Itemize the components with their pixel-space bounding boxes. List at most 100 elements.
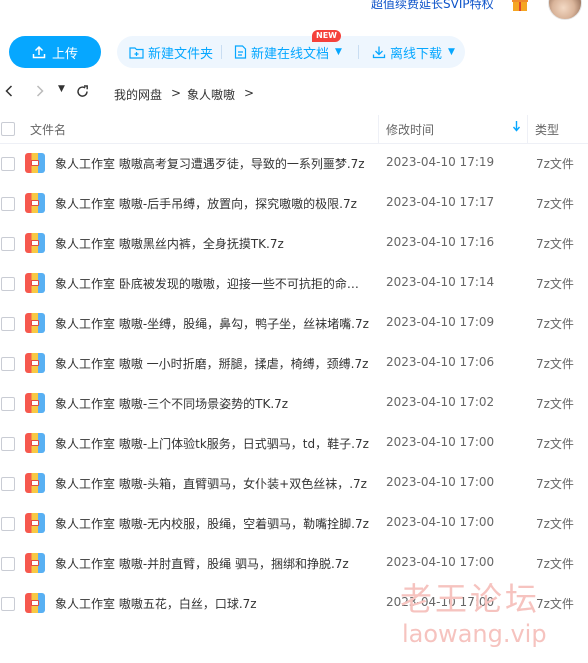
row-checkbox[interactable]: [1, 277, 15, 291]
table-row[interactable]: 象人工作室 嗷嗷-后手吊缚，放置向，探究嗷嗷的极限.7z 2023-04-10 1…: [0, 183, 588, 223]
file-modified-time: 2023-04-10 17:00: [386, 475, 495, 489]
file-name[interactable]: 象人工作室 嗷嗷-坐缚，股绳，鼻勾，鸭子坐，丝袜堵嘴.7z: [55, 315, 370, 332]
new-online-doc-label: 新建在线文档: [251, 46, 330, 62]
file-name[interactable]: 象人工作室 嗷嗷高考复习遭遇歹徒，导致的一系列噩梦.7z: [55, 155, 370, 172]
file-modified-time: 2023-04-10 17:02: [386, 395, 495, 409]
table-header: 文件名 修改时间 类型: [0, 115, 588, 144]
table-row[interactable]: 象人工作室 嗷嗷-三个不同场景姿势的TK.7z 2023-04-10 17:02 7…: [0, 383, 588, 423]
offline-download-button[interactable]: 离线下载 ▼: [372, 36, 455, 68]
file-type: 7z文件: [536, 437, 574, 451]
refresh-icon[interactable]: [76, 85, 89, 102]
column-header-modified[interactable]: 修改时间: [386, 121, 434, 138]
file-type: 7z文件: [536, 397, 574, 411]
file-type: 7z文件: [536, 157, 574, 171]
file-modified-time: 2023-04-10 17:19: [386, 155, 495, 169]
breadcrumb-separator: >: [171, 86, 182, 100]
row-checkbox[interactable]: [1, 517, 15, 531]
file-type: 7z文件: [536, 197, 574, 211]
file-type: 7z文件: [536, 557, 574, 571]
file-type: 7z文件: [536, 277, 574, 291]
file-name[interactable]: 象人工作室 嗷嗷-上门体验tk服务，日式驷马，td，鞋子.7z: [55, 435, 370, 452]
archive-file-icon: [25, 513, 45, 533]
table-row[interactable]: 象人工作室 卧底被发现的嗷嗷，迎接一些不可抗拒的命运.7z 2023-04-10 …: [0, 263, 588, 303]
row-checkbox[interactable]: [1, 597, 15, 611]
archive-file-icon: [25, 433, 45, 453]
row-checkbox[interactable]: [1, 237, 15, 251]
new-folder-button[interactable]: 新建文件夹: [129, 36, 213, 68]
file-name[interactable]: 象人工作室 嗷嗷-并肘直臂，股绳 驷马，捆绑和挣脱.7z: [55, 555, 370, 572]
file-name[interactable]: 象人工作室 嗷嗷-头箱，直臂驷马，女仆装+双色丝袜，.7z: [55, 475, 370, 492]
breadcrumb-item-my-drive[interactable]: 我的网盘: [114, 86, 162, 103]
document-icon: [234, 45, 247, 59]
table-row[interactable]: 象人工作室 嗷嗷高考复习遭遇歹徒，导致的一系列噩梦.7z 2023-04-10 1…: [0, 143, 588, 183]
caret-down-icon: ▼: [448, 47, 455, 57]
new-badge: NEW: [312, 30, 341, 42]
row-checkbox[interactable]: [1, 557, 15, 571]
history-dropdown-icon[interactable]: ▼: [58, 84, 65, 94]
divider: [221, 45, 222, 59]
row-checkbox[interactable]: [1, 477, 15, 491]
file-modified-time: 2023-04-10 17:06: [386, 355, 495, 369]
archive-file-icon: [25, 193, 45, 213]
toolbar: 上传 新建文件夹 新建在线文档 ▼ 离线下载 ▼ NEW: [0, 30, 588, 69]
file-modified-time: 2023-04-10 17:17: [386, 195, 495, 209]
row-checkbox[interactable]: [1, 437, 15, 451]
table-row[interactable]: 象人工作室 嗷嗷-上门体验tk服务，日式驷马，td，鞋子.7z 2023-04-1…: [0, 423, 588, 463]
table-row[interactable]: 象人工作室 嗷嗷-头箱，直臂驷马，女仆装+双色丝袜，.7z 2023-04-10 …: [0, 463, 588, 503]
row-checkbox[interactable]: [1, 357, 15, 371]
file-modified-time: 2023-04-10 17:09: [386, 315, 495, 329]
file-modified-time: 2023-04-10 17:16: [386, 235, 495, 249]
breadcrumb: ▼ 我的网盘 > 象人嗷嗷 >: [0, 82, 588, 106]
column-header-type[interactable]: 类型: [535, 121, 559, 138]
top-bar: 超值续费延长SVIP特权: [0, 0, 588, 24]
column-header-name[interactable]: 文件名: [30, 121, 66, 138]
action-group: 新建文件夹 新建在线文档 ▼ 离线下载 ▼: [117, 36, 465, 68]
gift-icon[interactable]: [512, 0, 528, 11]
sort-down-arrow-icon[interactable]: [512, 120, 521, 135]
divider: [358, 45, 359, 59]
table-row[interactable]: 象人工作室 嗷嗷 一小时折磨，掰腿，揉虐，椅缚，颈缚.7z 2023-04-10 …: [0, 343, 588, 383]
file-modified-time: 2023-04-10 17:00: [386, 515, 495, 529]
column-divider[interactable]: [527, 115, 528, 143]
archive-file-icon: [25, 393, 45, 413]
select-all-checkbox[interactable]: [1, 122, 15, 136]
row-checkbox[interactable]: [1, 157, 15, 171]
archive-file-icon: [25, 473, 45, 493]
row-checkbox[interactable]: [1, 317, 15, 331]
file-type: 7z文件: [536, 237, 574, 251]
file-name[interactable]: 象人工作室 嗷嗷五花，白丝，口球.7z: [55, 595, 370, 612]
new-folder-label: 新建文件夹: [148, 46, 214, 62]
file-name[interactable]: 象人工作室 嗷嗷 一小时折磨，掰腿，揉虐，椅缚，颈缚.7z: [55, 355, 370, 372]
file-name[interactable]: 象人工作室 嗷嗷-三个不同场景姿势的TK.7z: [55, 395, 370, 412]
archive-file-icon: [25, 313, 45, 333]
file-name[interactable]: 象人工作室 嗷嗷-无内校服，股绳，空着驷马，勒嘴拴脚.7z: [55, 515, 370, 532]
archive-file-icon: [25, 353, 45, 373]
user-avatar[interactable]: [548, 0, 582, 20]
column-divider[interactable]: [378, 115, 379, 143]
upload-button[interactable]: 上传: [9, 36, 101, 68]
file-type: 7z文件: [536, 317, 574, 331]
archive-file-icon: [25, 153, 45, 173]
watermark-url: laowang.vip: [402, 620, 547, 648]
row-checkbox[interactable]: [1, 197, 15, 211]
archive-file-icon: [25, 553, 45, 573]
file-modified-time: 2023-04-10 17:00: [386, 555, 495, 569]
back-arrow-icon[interactable]: [5, 85, 13, 101]
table-row[interactable]: 象人工作室 嗷嗷黑丝内裤，全身抚摸TK.7z 2023-04-10 17:16 7z…: [0, 223, 588, 263]
upload-icon: [32, 45, 46, 59]
row-checkbox[interactable]: [1, 397, 15, 411]
file-type: 7z文件: [536, 357, 574, 371]
forward-arrow-icon[interactable]: [36, 85, 44, 101]
archive-file-icon: [25, 233, 45, 253]
file-modified-time: 2023-04-10 17:14: [386, 275, 495, 289]
download-icon: [372, 46, 386, 59]
new-folder-icon: [129, 46, 144, 59]
breadcrumb-item-folder[interactable]: 象人嗷嗷: [187, 86, 235, 103]
file-type: 7z文件: [536, 597, 574, 611]
svip-renew-link[interactable]: 超值续费延长SVIP特权: [371, 0, 494, 12]
file-name[interactable]: 象人工作室 卧底被发现的嗷嗷，迎接一些不可抗拒的命运.7z: [55, 275, 370, 292]
table-row[interactable]: 象人工作室 嗷嗷-坐缚，股绳，鼻勾，鸭子坐，丝袜堵嘴.7z 2023-04-10 …: [0, 303, 588, 343]
file-name[interactable]: 象人工作室 嗷嗷-后手吊缚，放置向，探究嗷嗷的极限.7z: [55, 195, 370, 212]
table-row[interactable]: 象人工作室 嗷嗷-无内校服，股绳，空着驷马，勒嘴拴脚.7z 2023-04-10 …: [0, 503, 588, 543]
file-name[interactable]: 象人工作室 嗷嗷黑丝内裤，全身抚摸TK.7z: [55, 235, 370, 252]
